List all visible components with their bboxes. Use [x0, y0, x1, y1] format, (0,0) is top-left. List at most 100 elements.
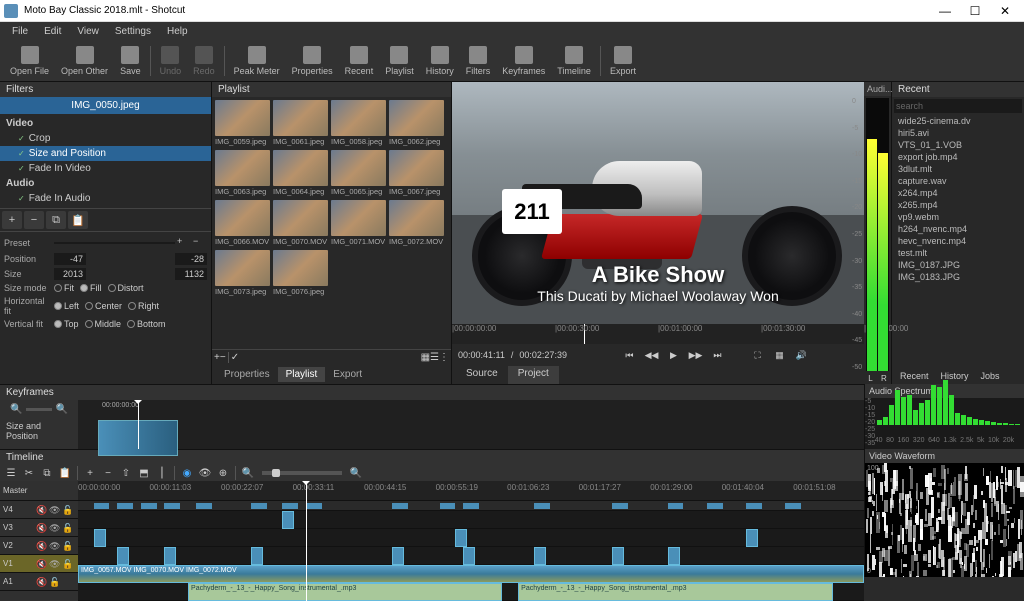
playlist-view3-button[interactable]: ⋮: [439, 352, 449, 363]
tl-zoom-in-button[interactable]: 🔍: [348, 465, 364, 481]
timeline-clip[interactable]: [282, 511, 294, 529]
toolbar-recent[interactable]: Recent: [339, 44, 380, 78]
tl-snap-button[interactable]: ◉: [179, 465, 195, 481]
prev-frame-button[interactable]: ◀◀: [643, 347, 659, 363]
tl-cut-button[interactable]: ✂: [21, 465, 37, 481]
playlist-thumb[interactable]: IMG_0072.MOV: [389, 200, 444, 247]
timeline-clip[interactable]: [392, 547, 404, 565]
recent-item[interactable]: hevc_nvenc.mp4: [892, 235, 1024, 247]
recent-item[interactable]: IMG_0187.JPG: [892, 259, 1024, 271]
tl-lift-button[interactable]: ⇧: [118, 465, 134, 481]
toolbar-keyframes[interactable]: Keyframes: [496, 44, 551, 78]
toolbar-timeline[interactable]: Timeline: [551, 44, 597, 78]
track-a1-label[interactable]: A1: [3, 577, 33, 586]
recent-tab-recent[interactable]: Recent: [894, 370, 935, 382]
track-v4-mute-icon[interactable]: 🔇: [36, 505, 46, 515]
tl-menu-button[interactable]: ☰: [3, 465, 19, 481]
recent-tab-jobs[interactable]: Jobs: [975, 370, 1006, 382]
menu-file[interactable]: File: [4, 24, 36, 39]
playlist-thumb[interactable]: IMG_0066.MOV: [215, 200, 270, 247]
track-v2-label[interactable]: V2: [3, 541, 33, 550]
playlist-tab-properties[interactable]: Properties: [216, 367, 278, 382]
menu-edit[interactable]: Edit: [36, 24, 69, 39]
vfit-bottom[interactable]: Bottom: [127, 319, 166, 329]
recent-item[interactable]: x265.mp4: [892, 199, 1024, 211]
size-w-input[interactable]: 2013: [54, 268, 86, 280]
position-x-input[interactable]: -47: [54, 253, 86, 265]
skip-end-button[interactable]: ⏭: [709, 347, 725, 363]
timeline-track-area[interactable]: 00:00:00:0000:00:11:0300:00:22:0700:00:3…: [78, 481, 864, 601]
recent-item[interactable]: wide25-cinema.dv: [892, 115, 1024, 127]
tl-ripple-button[interactable]: ⊕: [215, 465, 231, 481]
keyframe-playhead[interactable]: [138, 400, 139, 449]
playlist-thumb[interactable]: IMG_0065.jpeg: [331, 150, 386, 197]
timeline-clip[interactable]: [117, 547, 129, 565]
toolbar-undo[interactable]: Undo: [154, 44, 188, 78]
playlist-thumb[interactable]: IMG_0062.jpeg: [389, 100, 444, 147]
toolbar-history[interactable]: History: [420, 44, 460, 78]
sizemode-distort[interactable]: Distort: [108, 283, 144, 293]
timeline-clip[interactable]: [668, 547, 680, 565]
preview-viewport[interactable]: 211 A Bike Show This Ducati by Michael W…: [452, 82, 864, 324]
sizemode-fill[interactable]: Fill: [80, 283, 102, 293]
tl-zoom-out-button[interactable]: 🔍: [240, 465, 256, 481]
recent-search-input[interactable]: search: [894, 99, 1022, 113]
playlist-tab-export[interactable]: Export: [325, 367, 370, 382]
close-button[interactable]: ✕: [990, 1, 1020, 21]
play-button[interactable]: ▶: [665, 347, 681, 363]
track-a1-lock-icon[interactable]: 🔓: [49, 577, 59, 587]
menu-help[interactable]: Help: [159, 24, 196, 39]
playlist-tab-playlist[interactable]: Playlist: [278, 367, 326, 382]
filter-add-button[interactable]: +: [2, 211, 22, 229]
track-a1-mute-icon[interactable]: 🔇: [36, 577, 46, 587]
recent-item[interactable]: capture.wav: [892, 175, 1024, 187]
playlist-remove-button[interactable]: −: [220, 352, 226, 363]
recent-item[interactable]: hiri5.avi: [892, 127, 1024, 139]
preview-tab-project[interactable]: Project: [508, 366, 559, 384]
filter-fade-in-video[interactable]: Fade In Video: [0, 161, 211, 176]
timeline-clip[interactable]: Pachyderm_-_13_-_Happy_Song_instrumental…: [518, 583, 832, 601]
recent-item[interactable]: IMG_0183.JPG: [892, 271, 1024, 283]
toolbar-peak-meter[interactable]: Peak Meter: [228, 44, 286, 78]
track-v3-eye-icon[interactable]: 👁: [49, 523, 59, 533]
recent-item[interactable]: x264.mp4: [892, 187, 1024, 199]
preset-remove-button[interactable]: −: [193, 236, 207, 250]
filter-fade-in-audio[interactable]: Fade In Audio: [0, 191, 211, 206]
timeline-clip[interactable]: [746, 529, 758, 547]
playlist-thumb[interactable]: IMG_0064.jpeg: [273, 150, 328, 197]
track-v1-label[interactable]: V1: [3, 559, 33, 568]
playlist-view2-button[interactable]: ☰: [430, 352, 439, 363]
preset-add-button[interactable]: +: [177, 236, 191, 250]
tl-zoom-slider[interactable]: [262, 471, 342, 475]
playlist-thumb[interactable]: IMG_0076.jpeg: [273, 250, 328, 297]
skip-start-button[interactable]: ⏮: [621, 347, 637, 363]
playlist-thumb[interactable]: IMG_0071.MOV: [331, 200, 386, 247]
toolbar-properties[interactable]: Properties: [286, 44, 339, 78]
track-v2-lock-icon[interactable]: 🔓: [62, 541, 72, 551]
filter-remove-button[interactable]: −: [24, 211, 44, 229]
timeline-clip[interactable]: [612, 547, 624, 565]
keyframe-area[interactable]: 00:00:00:00: [78, 400, 864, 449]
timeline-clip[interactable]: [463, 547, 475, 565]
preview-ruler[interactable]: |00:00:00:00|00:00:30:00|00:01:00:00|00:…: [452, 324, 864, 344]
filter-size-position[interactable]: Size and Position: [0, 146, 211, 161]
tl-paste-button[interactable]: 📋: [57, 465, 73, 481]
track-v2-mute-icon[interactable]: 🔇: [36, 541, 46, 551]
timeline-clip[interactable]: [251, 547, 263, 565]
grid-button[interactable]: ▦: [771, 347, 787, 363]
maximize-button[interactable]: ☐: [960, 1, 990, 21]
filter-paste-button[interactable]: 📋: [68, 211, 88, 229]
filter-copy-button[interactable]: ⧉: [46, 211, 66, 229]
filter-crop[interactable]: Crop: [0, 131, 211, 146]
zoom-fit-button[interactable]: ⛶: [749, 347, 765, 363]
recent-item[interactable]: test.mlt: [892, 247, 1024, 259]
playlist-view1-button[interactable]: ▦: [421, 352, 430, 363]
track-v2-eye-icon[interactable]: 👁: [49, 541, 59, 551]
keyframe-zoom-out-icon[interactable]: 🔍: [10, 404, 22, 415]
timeline-clip[interactable]: [164, 547, 176, 565]
track-v1-lock-icon[interactable]: 🔓: [62, 559, 72, 569]
tl-copy-button[interactable]: ⧉: [39, 465, 55, 481]
tl-overwrite-button[interactable]: ⬒: [136, 465, 152, 481]
track-v4-eye-icon[interactable]: 👁: [49, 505, 59, 515]
toolbar-open-other[interactable]: Open Other: [55, 44, 114, 78]
